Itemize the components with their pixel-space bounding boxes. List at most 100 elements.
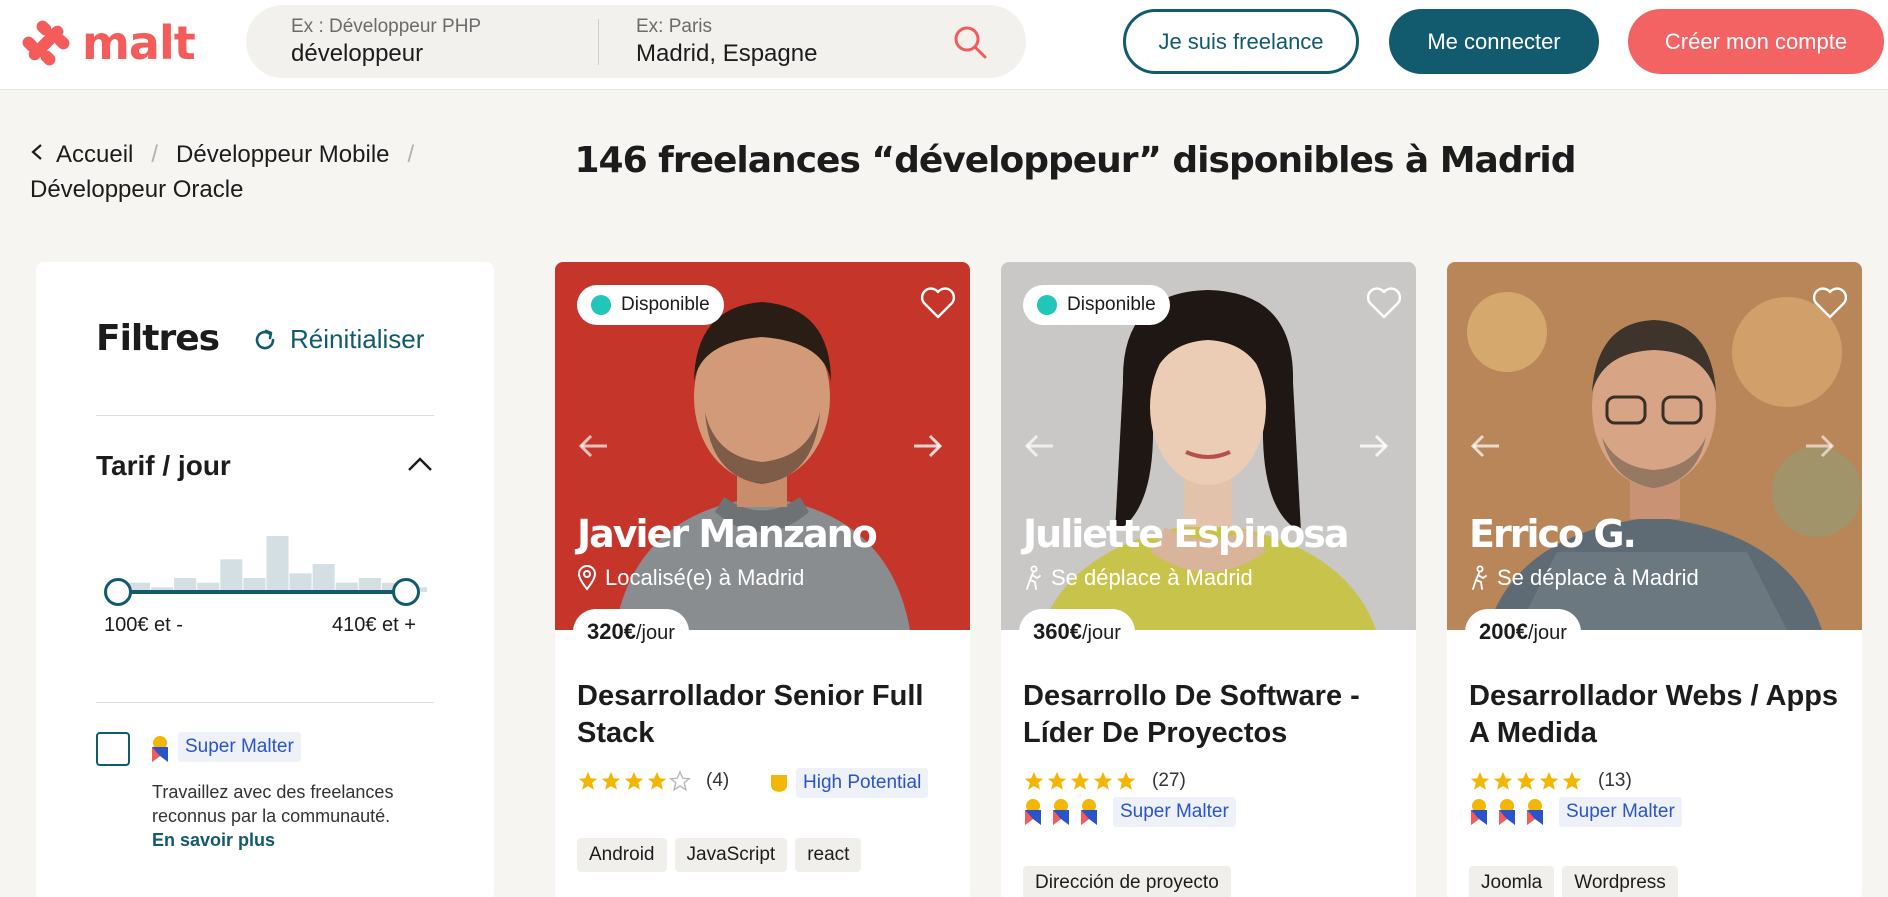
breadcrumb-separator: /: [407, 141, 415, 168]
super-malter-icon: [1469, 798, 1553, 826]
price-slider-max-handle[interactable]: [392, 578, 420, 606]
freelancer-location: Se déplace à Madrid: [1023, 565, 1253, 591]
freelancer-title: Desarrollo De Software - Líder De Proyec…: [1023, 680, 1360, 749]
super-malter-chip: Super Malter: [1113, 797, 1236, 827]
reset-label: Réinitialiser: [290, 324, 425, 354]
skill-tag[interactable]: Dirección de proyecto: [1023, 866, 1231, 897]
location-input[interactable]: Madrid, Espagne: [636, 40, 916, 68]
histogram-bar: [220, 559, 243, 592]
profile-photo[interactable]: Disponible Javier Manzano Localisé(e) à …: [555, 262, 970, 630]
job-search-field[interactable]: Ex : Développeur PHP développeur: [291, 16, 591, 68]
super-malter-description: Travaillez avec des freelances reconnus …: [152, 780, 452, 852]
job-placeholder: Ex : Développeur PHP: [291, 16, 482, 37]
heart-icon[interactable]: [920, 286, 956, 320]
breadcrumb-mobile[interactable]: Développeur Mobile: [176, 141, 389, 168]
price-max-label: 410€ et +: [332, 614, 416, 636]
reset-filters-button[interactable]: Réinitialiser: [252, 324, 424, 355]
freelancer-card[interactable]: Disponible Javier Manzano Localisé(e) à …: [555, 262, 970, 897]
price-slider-track[interactable]: [116, 590, 410, 594]
arrow-right-icon[interactable]: [910, 432, 944, 460]
signup-button[interactable]: Créer mon compte: [1628, 9, 1884, 74]
heart-icon[interactable]: [1812, 286, 1848, 320]
location-pin-icon: [577, 565, 597, 591]
freelancer-name: Javier Manzano: [577, 512, 878, 556]
freelancer-card[interactable]: Errico G. Se déplace à Madrid 200€/jour …: [1447, 262, 1862, 897]
price-value: 200€: [1479, 619, 1528, 644]
divider: [96, 702, 434, 703]
review-count: (27): [1152, 770, 1186, 791]
logo-text: malt: [82, 16, 196, 70]
price-unit: /jour: [1527, 622, 1567, 644]
search-bar: Ex : Développeur PHP développeur Ex: Par…: [246, 5, 1026, 78]
rating: (4): [577, 770, 729, 792]
availability-badge: Disponible: [1023, 285, 1170, 325]
filters-panel: Filtres Réinitialiser Tarif / jour 100€ …: [36, 262, 494, 897]
skill-tag[interactable]: Android: [577, 838, 667, 872]
arrow-right-icon[interactable]: [1802, 432, 1836, 460]
star-rating-icon: [577, 770, 692, 792]
skill-tags: Dirección de proyecto: [1023, 866, 1231, 897]
daily-rate: 360€/jour: [1019, 609, 1135, 655]
freelancer-location: Se déplace à Madrid: [1469, 565, 1699, 591]
tarif-title: Tarif / jour: [96, 450, 231, 481]
skill-tags: Joomla Wordpress: [1469, 866, 1678, 897]
arrow-left-icon[interactable]: [1469, 432, 1503, 460]
available-dot-icon: [591, 295, 611, 315]
histogram-bar: [312, 564, 335, 592]
breadcrumb-oracle[interactable]: Développeur Oracle: [30, 176, 243, 203]
breadcrumb: Accueil / Développeur Mobile / Développeur …: [30, 137, 470, 207]
star-rating-icon: [1469, 770, 1584, 792]
learn-more-link[interactable]: En savoir plus: [152, 828, 452, 852]
divider: [96, 415, 434, 416]
high-potential-badge: High Potential: [768, 768, 929, 798]
super-malter-icon: [152, 736, 168, 762]
price-histogram: [128, 536, 427, 592]
freelancer-title: Desarrollador Senior Full Stack: [577, 680, 924, 749]
review-count: (4): [706, 770, 730, 791]
price-min-label: 100€ et -: [104, 614, 183, 636]
super-malter-chip: Super Malter: [178, 732, 301, 762]
location-search-field[interactable]: Ex: Paris Madrid, Espagne: [636, 16, 916, 68]
profile-photo[interactable]: Errico G. Se déplace à Madrid: [1447, 262, 1862, 630]
breadcrumb-separator: /: [151, 141, 159, 168]
arrow-right-icon[interactable]: [1356, 432, 1390, 460]
skill-tag[interactable]: Joomla: [1469, 866, 1555, 897]
skill-tag[interactable]: react: [795, 838, 862, 872]
job-input[interactable]: développeur: [291, 40, 591, 68]
walking-person-icon: [1472, 565, 1487, 590]
daily-rate: 200€/jour: [1465, 609, 1581, 655]
price-value: 360€: [1033, 619, 1082, 644]
login-button[interactable]: Me connecter: [1389, 9, 1599, 74]
heart-icon[interactable]: [1366, 286, 1402, 320]
skill-tags: Android JavaScript react: [577, 838, 862, 872]
availability-badge: Disponible: [577, 285, 724, 325]
malt-logo[interactable]: malt: [20, 16, 196, 70]
super-malter-badge: Super Malter: [1023, 797, 1236, 827]
rating: (27): [1023, 770, 1186, 792]
freelancer-name: Juliette Espinosa: [1023, 512, 1350, 556]
price-value: 320€: [587, 619, 636, 644]
location-label: Se déplace à Madrid: [1497, 565, 1699, 590]
available-dot-icon: [1037, 295, 1057, 315]
arrow-left-icon[interactable]: [577, 432, 611, 460]
daily-rate: 320€/jour: [573, 609, 689, 655]
arrow-left-icon[interactable]: [1023, 432, 1057, 460]
freelancer-card[interactable]: Disponible Juliette Espinosa Se déplace …: [1001, 262, 1416, 897]
freelancer-name: Errico G.: [1469, 512, 1637, 556]
high-potential-chip: High Potential: [796, 768, 929, 798]
skill-tag[interactable]: Wordpress: [1562, 866, 1678, 897]
super-malter-checkbox[interactable]: [96, 732, 130, 766]
breadcrumb-home[interactable]: Accueil: [56, 141, 133, 168]
skill-tag[interactable]: JavaScript: [674, 838, 788, 872]
price-slider-min-handle[interactable]: [104, 578, 132, 606]
freelance-button[interactable]: Je suis freelance: [1123, 9, 1359, 74]
freelancer-location: Localisé(e) à Madrid: [577, 565, 804, 591]
star-rating-icon: [1023, 770, 1138, 792]
top-header: malt Ex : Développeur PHP développeur Ex…: [0, 0, 1888, 90]
malt-logo-icon: [22, 20, 70, 66]
availability-label: Disponible: [621, 294, 710, 315]
chevron-up-icon[interactable]: [406, 454, 434, 474]
refresh-icon: [255, 329, 275, 349]
profile-photo[interactable]: Disponible Juliette Espinosa Se déplace …: [1001, 262, 1416, 630]
search-icon[interactable]: [951, 23, 989, 61]
